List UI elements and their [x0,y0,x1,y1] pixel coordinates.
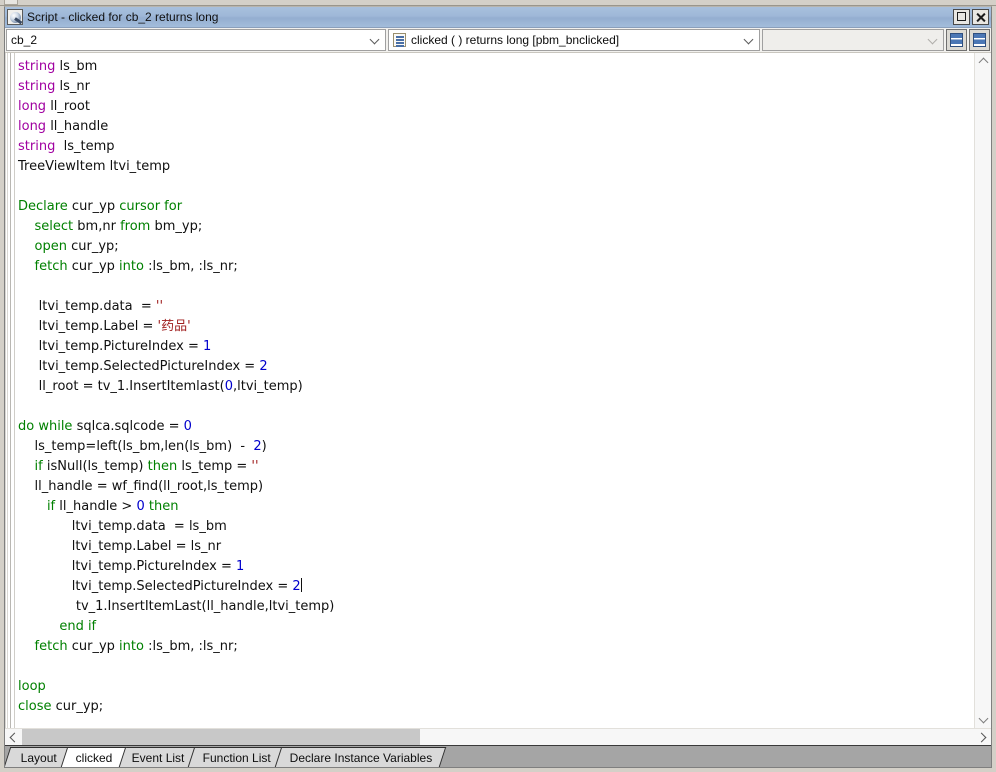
code-line: long ll_handle [18,119,109,134]
code-line: ll_handle = wf_find(ll_root,ls_temp) [18,479,264,494]
code-line: fetch cur_yp into :ls_bm, :ls_nr; [34,639,238,654]
code-text: string ls_bmstring ls_nrlong ll_rootlong… [8,57,974,717]
split-pane-vertical-button[interactable] [969,29,990,51]
window-title: Script - clicked for cb_2 returns long [27,9,219,24]
code-line: loop [18,679,46,694]
code-region: string ls_bmstring ls_nrlong ll_rootlong… [5,53,991,728]
split-vertical-icon [973,33,986,47]
code-line: TreeViewItem ltvi_temp [18,159,171,174]
title-bar[interactable]: Script - clicked for cb_2 returns long [5,7,991,28]
code-line: end if [59,619,97,634]
horizontal-scroll-thumb[interactable] [22,729,420,746]
code-line: ltvi_temp.Label = ls_nr [18,539,222,554]
scroll-down-button[interactable] [975,711,991,728]
maximize-icon [957,12,966,21]
script-icon [7,9,23,25]
event-select[interactable]: clicked ( ) returns long [pbm_bnclicked] [388,29,760,51]
code-line: ltvi_temp.SelectedPictureIndex = 2 [18,359,268,374]
code-line: long ll_root [18,99,90,114]
code-line: ltvi_temp.Label = '药品' [18,319,191,334]
script-window: Script - clicked for cb_2 returns long c… [4,6,992,768]
split-horizontal-icon [950,33,963,47]
tab-clicked[interactable]: clicked [60,747,126,767]
scroll-right-button[interactable] [974,729,991,746]
script-editor-window: Script - clicked for cb_2 returns long c… [0,0,996,772]
code-line: do while sqlca.sqlcode = 0 [18,419,192,434]
tab-label: clicked [75,751,113,765]
tab-function-list[interactable]: Function List [188,747,285,767]
tab-label: Event List [131,751,185,765]
code-editor[interactable]: string ls_bmstring ls_nrlong ll_rootlong… [5,53,974,728]
code-line: ltvi_temp.PictureIndex = 1 [18,339,212,354]
text-cursor [300,578,302,592]
code-line: ll_root = tv_1.InsertItemlast(0,ltvi_tem… [18,379,303,394]
tab-label: Layout [20,751,57,765]
code-line: string ls_bm [18,59,98,74]
code-line: ls_temp=left(ls_bm,len(ls_bm) - 2) [18,439,267,454]
maximize-button[interactable] [953,9,970,25]
split-pane-horizontal-button[interactable] [946,29,967,51]
code-line: select bm,nr from bm_yp; [34,219,203,234]
code-line: ltvi_temp.SelectedPictureIndex = 2 [18,578,302,594]
code-line: ltvi_temp.PictureIndex = 1 [18,559,245,574]
mdi-restore-nub[interactable] [4,0,18,5]
event-select-value: clicked ( ) returns long [pbm_bnclicked] [411,33,620,47]
event-list-icon [393,33,406,47]
code-line: tv_1.InsertItemLast(ll_handle,ltvi_temp) [18,599,335,614]
scroll-left-button[interactable] [5,729,22,746]
bottom-tab-bar: Layout clicked Event List Function List Decl… [5,745,991,767]
tab-label: Declare Instance Variables [290,751,433,765]
code-line: open cur_yp; [34,239,119,254]
tab-event-list[interactable]: Event List [116,747,198,767]
code-line: close cur_yp; [18,699,104,714]
tab-label: Function List [203,751,272,765]
horizontal-scrollbar[interactable] [5,728,991,746]
code-line: string ls_temp [18,139,115,154]
object-select[interactable]: cb_2 [6,29,386,51]
code-line: if isNull(ls_temp) then ls_temp = '' [34,459,259,474]
window-controls [953,9,989,25]
object-select-value: cb_2 [11,33,38,47]
chevron-down-icon [929,35,938,44]
close-button[interactable] [972,9,989,25]
third-select[interactable] [762,29,944,51]
code-line: fetch cur_yp into :ls_bm, :ls_nr; [34,259,238,274]
chevron-down-icon [745,35,754,44]
scroll-up-button[interactable] [975,53,991,70]
code-line: ltvi_temp.data = '' [18,299,164,314]
code-line: Declare cur_yp cursor for [18,199,183,214]
tab-declare-instance-variables[interactable]: Declare Instance Variables [275,747,447,767]
chevron-down-icon [371,35,380,44]
code-line: if ll_handle > 0 then [46,499,179,514]
code-line: ltvi_temp.data = ls_bm [18,519,227,534]
code-line: string ls_nr [18,79,90,94]
vertical-scrollbar[interactable] [974,53,991,728]
editor-toolbar: cb_2 clicked ( ) returns long [pbm_bncli… [5,28,991,53]
